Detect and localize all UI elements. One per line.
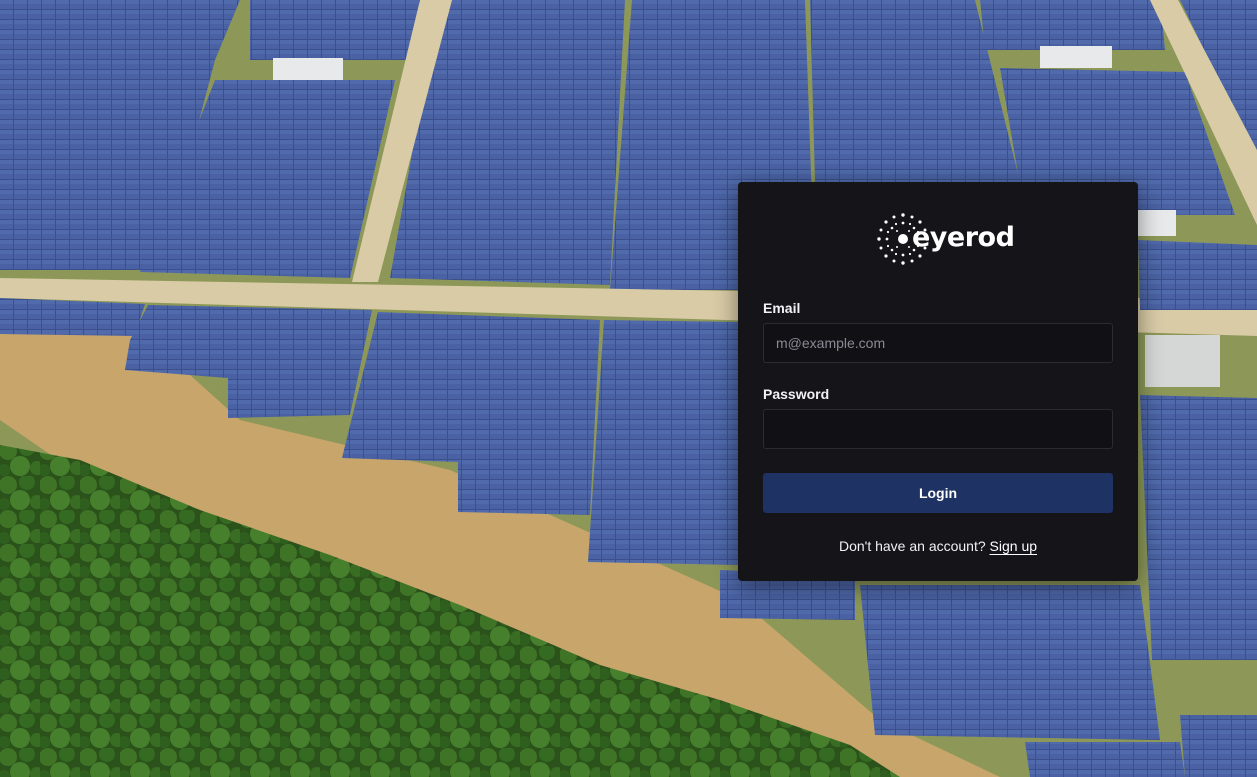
signup-row: Don't have an account? Sign up xyxy=(738,538,1138,554)
eyerod-logo: eyerod xyxy=(876,212,1015,266)
login-page: eyerod Email Password Login Don't have a… xyxy=(0,0,1257,777)
signup-link[interactable]: Sign up xyxy=(990,538,1037,554)
email-label: Email xyxy=(763,300,801,316)
login-button[interactable]: Login xyxy=(763,473,1113,513)
signup-prompt: Don't have an account? xyxy=(838,538,990,554)
email-field[interactable] xyxy=(763,323,1113,363)
login-card: eyerod Email Password Login Don't have a… xyxy=(738,182,1138,581)
password-field[interactable] xyxy=(763,409,1113,449)
logo-wordmark: eyerod xyxy=(912,222,1015,253)
password-label: Password xyxy=(763,386,830,402)
